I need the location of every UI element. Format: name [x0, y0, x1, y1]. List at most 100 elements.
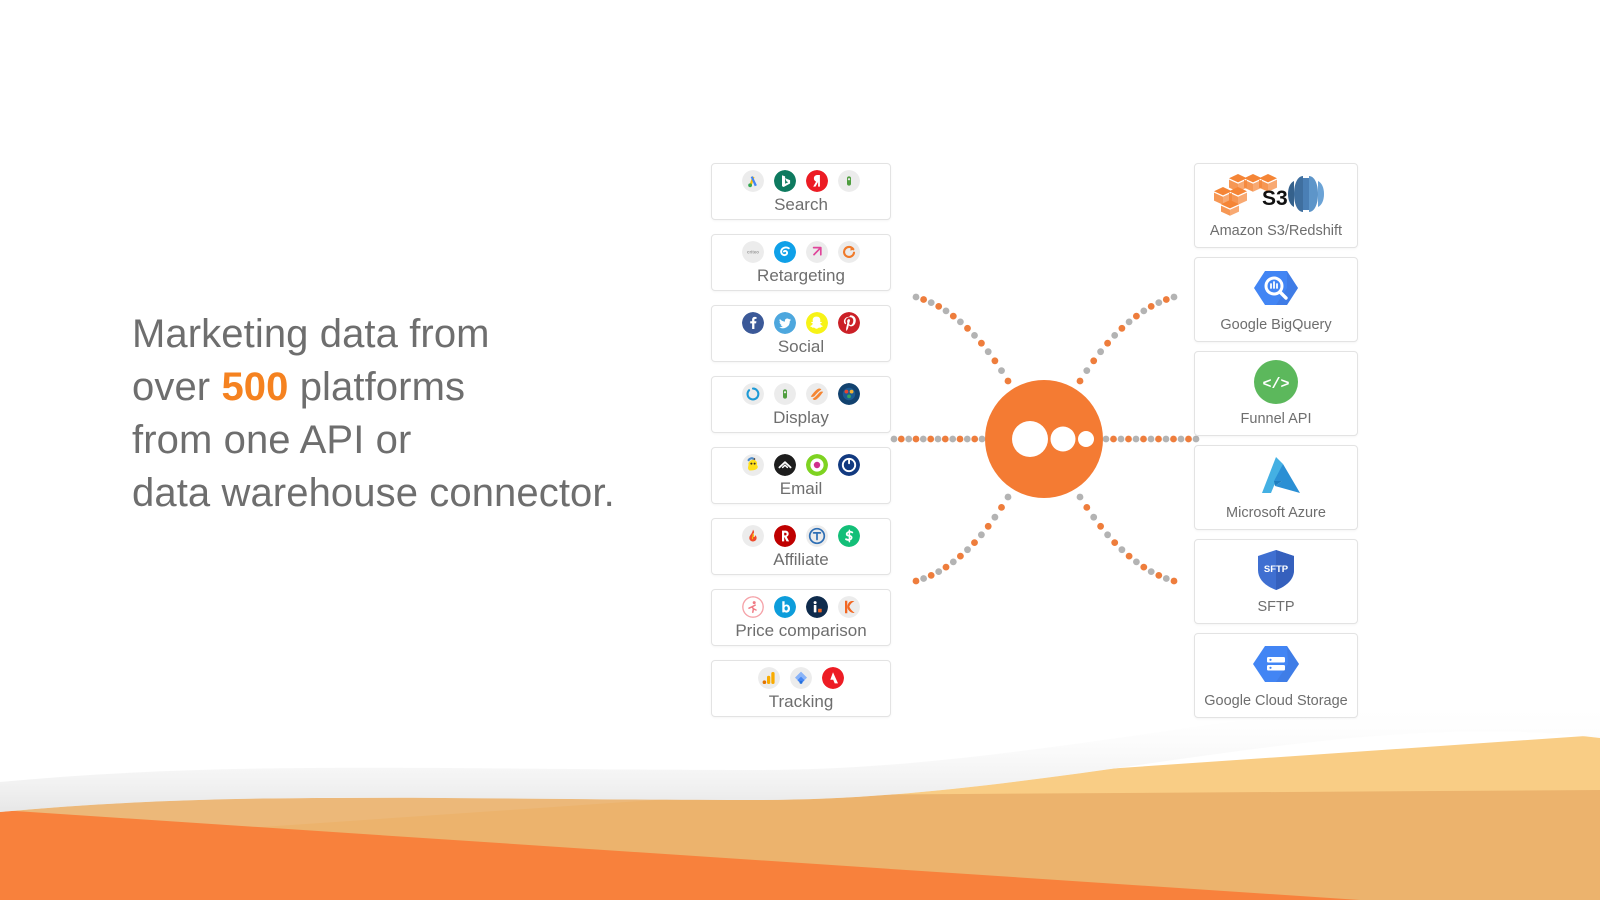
- connector-dot: [971, 332, 978, 339]
- funnel-hub-node[interactable]: [985, 380, 1103, 498]
- connector-dot: [1133, 558, 1140, 566]
- adroll-icon: [774, 240, 796, 263]
- connector-dot: [971, 539, 978, 546]
- google-tag-manager-icon: [790, 666, 812, 689]
- criteo-icon: criteo: [742, 240, 764, 263]
- source-card[interactable]: Display: [711, 376, 891, 433]
- connector-dot: [890, 435, 898, 443]
- connector-dot: [1102, 435, 1110, 443]
- connector-dot: [964, 324, 971, 332]
- connector-dot: [956, 435, 964, 443]
- google-ads-icon: [742, 169, 764, 192]
- destination-card-label: Google BigQuery: [1220, 316, 1332, 333]
- source-card[interactable]: Search: [711, 163, 891, 220]
- connector-dot: [912, 293, 920, 301]
- connector-dot: [934, 435, 942, 443]
- connector-dot: [1170, 435, 1177, 443]
- headline-line-2: over 500 platforms: [132, 361, 692, 414]
- source-card-label: Affiliate: [773, 549, 829, 569]
- source-card[interactable]: Tracking: [711, 660, 891, 717]
- facebook-icon: [742, 311, 764, 334]
- connector-dot: [1140, 435, 1147, 443]
- source-card-label: Social: [777, 336, 825, 356]
- connector-dot: [1097, 348, 1104, 356]
- connector-dot: [949, 312, 957, 320]
- connector-dot: [1147, 568, 1155, 575]
- connector-dot: [927, 299, 935, 306]
- connector-dot: [919, 435, 927, 443]
- svg-text:S3: S3: [1262, 187, 1288, 210]
- svg-text:criteo: criteo: [747, 249, 759, 254]
- infographic-canvas: Marketing data from over 500 platforms f…: [0, 0, 1600, 900]
- shareasale-icon: [838, 524, 860, 547]
- connector-dot: [984, 522, 992, 530]
- connector-dot: [963, 435, 971, 443]
- connector-dot: [1155, 435, 1162, 443]
- campaign-monitor-icon: [774, 453, 796, 476]
- connector-dot: [935, 303, 943, 310]
- connector-dot: [1110, 435, 1117, 443]
- connector-dot: [927, 572, 935, 579]
- connector-dot: [978, 339, 985, 347]
- connector-dot: [1177, 435, 1185, 443]
- kelkoo-icon: [838, 595, 860, 618]
- google-analytics-icon: [758, 666, 780, 689]
- connector-dot: [1132, 435, 1140, 443]
- svg-text:</>: </>: [1262, 376, 1289, 393]
- destination-card[interactable]: SFTP SFTP: [1194, 539, 1358, 624]
- connector-dot: [971, 435, 979, 443]
- display-ring-icon: [742, 382, 764, 405]
- connector-dot: [920, 296, 927, 303]
- source-icon-row: [758, 666, 844, 689]
- source-card[interactable]: Price comparison: [711, 589, 891, 646]
- connector-dot: [998, 367, 1005, 374]
- source-icon-row: [742, 169, 860, 192]
- connector-dot: [912, 577, 920, 585]
- hub-dot-medium: [1050, 426, 1076, 452]
- source-card[interactable]: Social: [711, 305, 891, 362]
- source-icon-row: [742, 595, 860, 618]
- destination-card[interactable]: Google Cloud Storage: [1194, 633, 1358, 718]
- connector-dot: [942, 307, 950, 315]
- deco-bottom-light: [0, 735, 1600, 900]
- source-icon-row: [742, 524, 860, 547]
- affiliate-flame-icon: [742, 524, 764, 547]
- connector-dot: [912, 435, 920, 443]
- mailchimp-icon: [742, 453, 764, 476]
- headline-line-4: data warehouse connector.: [132, 471, 615, 515]
- source-icon-row: [742, 453, 860, 476]
- source-card[interactable]: Affiliate: [711, 518, 891, 575]
- source-card[interactable]: criteo Retargeting: [711, 234, 891, 291]
- pinterest-icon: [838, 311, 860, 334]
- source-card-label: Price comparison: [735, 620, 867, 640]
- page-title: Marketing data from over 500 platforms f…: [132, 308, 692, 520]
- connector-dot: [927, 435, 935, 443]
- destination-card[interactable]: S3 Amazon S3/Redshift: [1194, 163, 1358, 248]
- adobe-analytics-icon: [822, 666, 844, 689]
- deco-bottom-mid: [0, 790, 1600, 900]
- destination-card[interactable]: Google BigQuery: [1194, 257, 1358, 342]
- connector-dot: [1125, 318, 1133, 326]
- connector-dot: [1090, 357, 1098, 365]
- connector-dot: [1170, 293, 1178, 301]
- connector-dot: [897, 435, 905, 443]
- connector-dot: [941, 435, 949, 443]
- source-card[interactable]: Email: [711, 447, 891, 504]
- emarsys-icon: [838, 453, 860, 476]
- source-card-label: Retargeting: [757, 265, 845, 285]
- display-platform-icon: [774, 382, 796, 405]
- destination-card-label: Microsoft Azure: [1226, 504, 1326, 521]
- destination-card[interactable]: Microsoft Azure: [1194, 445, 1358, 530]
- connector-dot: [1111, 332, 1119, 339]
- connector-dot: [957, 318, 964, 326]
- yandex-direct-icon: [806, 169, 828, 192]
- connector-dot: [984, 348, 992, 356]
- headline-platform-count: 500: [221, 365, 289, 409]
- deco-top-light: [0, 0, 1600, 150]
- adform-icon: [806, 240, 828, 263]
- connector-dot: [1125, 552, 1133, 560]
- connector-dot: [957, 552, 964, 560]
- connector-dot: [1147, 435, 1155, 443]
- destination-card[interactable]: </> Funnel API: [1194, 351, 1358, 436]
- connector-dot: [905, 435, 913, 443]
